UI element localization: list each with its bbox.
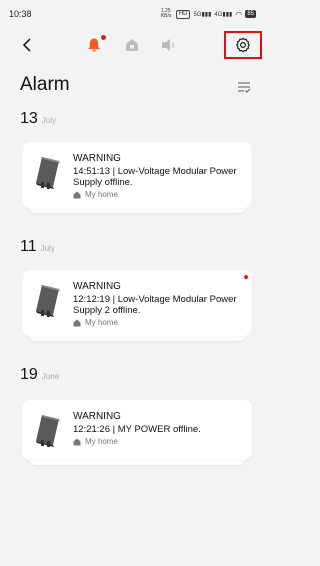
status-icons: 1.25 KB/s HD 5G▮▮▮ 4G▮▮▮ ◠ 85 <box>161 9 256 19</box>
alarm-card-text: WARNING 14:51:13 | Low-Voltage Modular P… <box>73 153 248 199</box>
filter-list-icon <box>238 82 251 93</box>
alarm-card-text: WARNING 12:12:19 | Low-Voltage Modular P… <box>73 281 248 327</box>
alarm-message: 12:21:26 | MY POWER offline. <box>73 424 201 435</box>
hd-badge: HD <box>175 9 191 19</box>
power-supply-device-icon <box>36 285 60 317</box>
date-header: 11 July <box>20 238 55 256</box>
alarm-location-label: My home <box>85 190 118 199</box>
alarm-title: WARNING <box>73 281 121 292</box>
date-month: July <box>40 244 55 253</box>
status-bar: 10:38 1.25 KB/s HD 5G▮▮▮ 4G▮▮▮ ◠ 85 <box>0 0 264 28</box>
bell-icon <box>88 38 100 52</box>
date-header: 13 July <box>20 110 56 128</box>
page-title: Alarm <box>20 74 70 95</box>
battery-icon: 85 <box>245 10 256 18</box>
tab-notice[interactable] <box>160 36 178 54</box>
date-day: 13 <box>20 110 38 127</box>
date-day: 11 <box>20 238 37 255</box>
tab-home[interactable] <box>123 36 141 54</box>
alarm-badge-dot <box>101 35 106 40</box>
top-nav <box>0 28 264 62</box>
chevron-left-icon <box>22 38 31 52</box>
tab-alarm[interactable] <box>85 35 106 54</box>
settings-button[interactable] <box>224 31 262 59</box>
alarm-title: WARNING <box>73 153 121 164</box>
alarm-location: My home <box>73 318 248 327</box>
home-icon <box>73 191 81 198</box>
alarm-card-text: WARNING 12:21:26 | MY POWER offline. My … <box>73 411 248 446</box>
gear-icon <box>236 37 250 53</box>
alarm-location-label: My home <box>85 318 118 327</box>
home-icon <box>126 39 138 51</box>
status-time: 10:38 <box>9 9 32 19</box>
power-supply-device-icon <box>36 415 60 447</box>
alarm-message: 14:51:13 | Low-Voltage Modular Power Sup… <box>73 166 237 188</box>
title-row: Alarm <box>0 70 264 102</box>
alarm-location: My home <box>73 437 248 446</box>
alarm-title: WARNING <box>73 411 121 422</box>
signal-4g-icon: 4G▮▮▮ <box>214 11 233 18</box>
home-icon <box>73 438 81 445</box>
alarm-card-body: WARNING 12:12:19 | Low-Voltage Modular P… <box>22 270 252 336</box>
unread-dot <box>244 275 248 279</box>
filter-button[interactable] <box>236 80 252 94</box>
date-day: 19 <box>20 366 38 383</box>
net-speed: 1.25 KB/s <box>160 8 172 19</box>
wifi-icon: ◠ <box>235 9 243 19</box>
home-icon <box>73 319 81 326</box>
back-button[interactable] <box>20 38 34 52</box>
power-supply-device-icon <box>36 157 60 189</box>
alarm-location-label: My home <box>85 437 118 446</box>
signal-5g-icon: 5G▮▮▮ <box>193 11 212 18</box>
date-month: July <box>41 116 57 125</box>
date-month: June <box>41 372 60 381</box>
alarm-card-body: WARNING 14:51:13 | Low-Voltage Modular P… <box>22 142 252 208</box>
alarm-card[interactable]: WARNING 14:51:13 | Low-Voltage Modular P… <box>22 142 252 213</box>
alarm-message: 12:12:19 | Low-Voltage Modular Power Sup… <box>73 294 237 316</box>
speaker-icon <box>162 39 174 51</box>
alarm-card-body: WARNING 12:21:26 | MY POWER offline. My … <box>22 400 252 460</box>
alarm-location: My home <box>73 190 248 199</box>
alarm-card[interactable]: WARNING 12:12:19 | Low-Voltage Modular P… <box>22 270 252 341</box>
date-header: 19 June <box>20 366 59 384</box>
alarm-card[interactable]: WARNING 12:21:26 | MY POWER offline. My … <box>22 400 252 465</box>
